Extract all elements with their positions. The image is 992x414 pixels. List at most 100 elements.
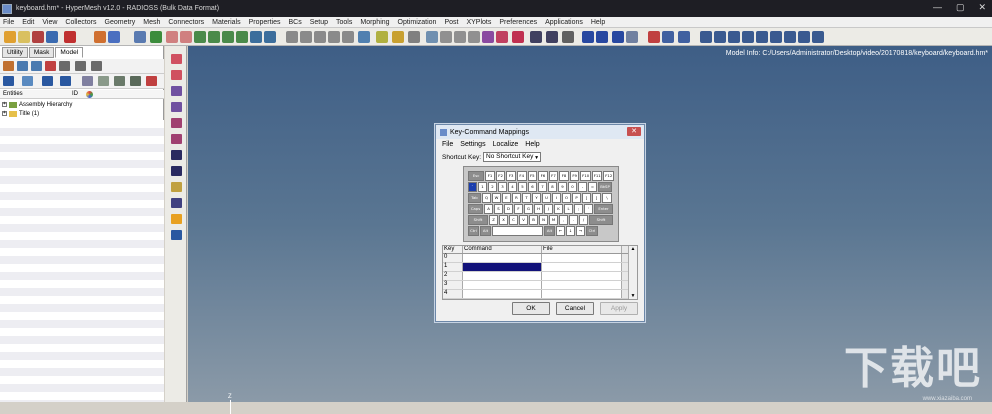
apply-button[interactable]: Apply [600,302,638,315]
vt-solid-icon[interactable] [171,70,182,80]
table-scrollbar[interactable]: ▲ ▼ [628,246,637,299]
key-n[interactable]: N [539,215,548,225]
tab-mask[interactable]: Mask [28,47,55,58]
arrow-icon[interactable] [358,31,370,43]
menu-setup[interactable]: Setup [310,19,328,26]
expand-toggle-icon[interactable]: + [2,102,7,107]
grid-icon[interactable] [612,31,624,43]
key-tab[interactable]: Tab [468,193,481,203]
dialog-menu-localize[interactable]: Localize [493,141,519,148]
table-row[interactable]: 0 [443,254,637,263]
dollar-icon[interactable] [530,31,542,43]
menu-geometry[interactable]: Geometry [105,19,136,26]
key-m[interactable]: M [549,215,558,225]
key-esc[interactable]: Esc [468,171,485,181]
tab-model[interactable]: Model [55,47,84,58]
key-f[interactable]: F [514,204,523,214]
view-bottom-icon[interactable] [236,31,248,43]
key-f6[interactable]: F6 [538,171,548,181]
column-command[interactable]: Command [463,246,542,253]
key-f3[interactable]: F3 [506,171,516,181]
import-icon[interactable] [46,31,58,43]
filter-icon[interactable] [626,31,638,43]
menu-connectors[interactable]: Connectors [168,19,204,26]
maximize-icon[interactable]: ▢ [956,2,965,13]
table-row[interactable]: 3 [443,281,637,290]
id-column[interactable]: ID [72,91,78,97]
minimize-icon[interactable]: — [933,2,942,13]
key-backslash[interactable]: \ [602,193,612,203]
key-v[interactable]: V [519,215,528,225]
line-icon[interactable] [376,31,388,43]
vt-shell-icon[interactable] [171,86,182,96]
vt-box-icon[interactable] [171,230,182,240]
vt-active-icon[interactable] [171,214,182,224]
shortcut-select[interactable]: No Shortcut Key ▼ [483,152,542,162]
key-x[interactable]: X [499,215,508,225]
zoom-icon[interactable] [134,31,146,43]
hand-icon[interactable] [328,31,340,43]
key-c[interactable]: C [509,215,518,225]
key-4[interactable]: 4 [508,182,517,192]
isolate-only-icon[interactable] [98,76,109,86]
save-icon[interactable] [32,31,44,43]
cylinder-icon[interactable] [426,31,438,43]
assembly-icon[interactable] [582,31,594,43]
loadcol-view-icon[interactable] [59,61,70,71]
key-l[interactable]: L [564,204,573,214]
key-e[interactable]: E [502,193,511,203]
dialog-close-button[interactable]: ✕ [627,127,641,136]
key-slash[interactable]: / [579,215,588,225]
key-rctrl[interactable]: Ctrl [586,226,598,236]
key-left[interactable]: ← [556,226,565,236]
key-1[interactable]: 1 [478,182,487,192]
pencil-icon[interactable] [392,31,404,43]
menu-edit[interactable]: Edit [22,19,34,26]
key-f5[interactable]: F5 [527,171,538,181]
system-view-icon[interactable] [75,61,86,71]
menu-bcs[interactable]: BCs [288,19,301,26]
key-rbracket[interactable]: ] [592,193,601,203]
key-j[interactable]: J [544,204,553,214]
key-lalt[interactable]: Alt [480,226,491,236]
key-h[interactable]: H [534,204,543,214]
key-2[interactable]: 2 [488,182,497,192]
layout-4-icon[interactable] [742,31,754,43]
vt-elem-icon[interactable] [171,118,182,128]
key-lctrl[interactable]: Ctrl [468,226,479,236]
key-f2[interactable]: F2 [495,171,506,181]
zoom-in-icon[interactable] [300,31,312,43]
vt-surface-icon[interactable] [171,54,182,64]
layout-6-icon[interactable] [770,31,782,43]
shade-icon[interactable] [482,31,494,43]
key-a[interactable]: A [484,204,493,214]
vt-label-icon[interactable] [171,182,182,192]
view-front-icon[interactable] [166,31,178,43]
vt-info-icon[interactable] [171,166,182,176]
view-top-icon[interactable] [222,31,234,43]
key-comma[interactable]: , [559,215,568,225]
property-view-icon[interactable] [45,61,56,71]
dialog-menu-help[interactable]: Help [525,141,539,148]
isolate-icon[interactable] [678,31,690,43]
vt-connector-icon[interactable] [171,150,182,160]
table-row[interactable]: 4 [443,290,637,299]
key-t[interactable]: T [522,193,531,203]
display-icon[interactable] [662,31,674,43]
key-0[interactable]: 0 [568,182,577,192]
cube-wire-icon[interactable] [440,31,452,43]
key-r[interactable]: R [512,193,521,203]
collapse-icon[interactable] [22,76,33,86]
key-right[interactable]: → [576,226,585,236]
vt-mesh-icon[interactable] [171,102,182,112]
table-row[interactable]: 2 [443,272,637,281]
key-down[interactable]: ↓ [566,226,575,236]
measure-icon[interactable] [408,31,420,43]
key-w[interactable]: W [492,193,501,203]
menu-properties[interactable]: Properties [249,19,281,26]
menu-applications[interactable]: Applications [545,19,583,26]
key-ralt[interactable]: Alt [544,226,555,236]
key-f11[interactable]: F11 [591,171,603,181]
dialog-menu-file[interactable]: File [442,141,453,148]
view-back-icon[interactable] [180,31,192,43]
